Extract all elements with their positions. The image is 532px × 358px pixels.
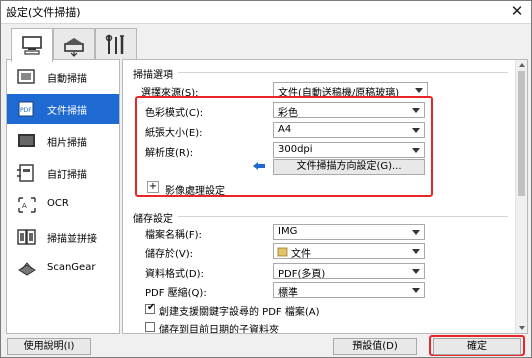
- sidebar-item-ocr[interactable]: A OCR: [7, 190, 119, 220]
- close-icon[interactable]: ✕: [509, 3, 525, 19]
- chevron-down-icon: [412, 288, 420, 293]
- doc-settings-button[interactable]: 文件掃描方向設定(G)...: [273, 159, 425, 175]
- sidebar-item-label: OCR: [47, 198, 69, 209]
- chevron-down-icon: [412, 269, 420, 274]
- format-select[interactable]: PDF(多頁): [273, 263, 425, 280]
- tab-scanner[interactable]: [53, 28, 95, 60]
- save-in-label: 儲存於(V):: [145, 249, 194, 260]
- chevron-down-icon: [412, 128, 420, 133]
- resolution-label: 解析度(R):: [145, 148, 194, 159]
- scanner-icon: [64, 38, 84, 57]
- sidebar-item-label: 自動掃描: [47, 74, 87, 85]
- compression-select[interactable]: 標準: [273, 282, 425, 299]
- folder-icon: [277, 247, 288, 257]
- tab-tools[interactable]: [95, 28, 137, 60]
- tab-scanner-computer[interactable]: [11, 28, 53, 62]
- save-in-value: 文件: [291, 249, 311, 260]
- stitch-icon: [17, 229, 36, 245]
- sidebar-item-document-scan[interactable]: PDF 文件掃描: [7, 94, 119, 124]
- scan-type-sidebar: 自動掃描 PDF 文件掃描 相片掃描 自訂掃描 A OCR 掃描並拼接 Scan…: [6, 59, 120, 334]
- keyword-pdf-label: 創建支援關鍵字設尋的 PDF 檔案(A): [159, 307, 320, 318]
- paper-size-value: A4: [278, 124, 292, 135]
- color-mode-value: 彩色: [278, 108, 298, 119]
- sidebar-item-photo-scan[interactable]: 相片掃描: [7, 126, 119, 156]
- sidebar-item-label: 掃描並拼接: [47, 234, 97, 245]
- settings-window: 設定(文件掃描) ✕ 自動掃描 PDF 文件掃描 相片掃描 自訂掃描 A OCR…: [0, 0, 532, 358]
- compression-value: 標準: [278, 288, 298, 299]
- resolution-select[interactable]: 300dpi: [273, 142, 425, 158]
- sidebar-item-scangear[interactable]: ScanGear: [7, 254, 119, 284]
- resolution-value: 300dpi: [278, 144, 313, 155]
- paper-size-label: 紙張大小(E):: [145, 128, 203, 139]
- sidebar-item-label: ScanGear: [47, 262, 96, 273]
- filename-select[interactable]: IMG: [273, 224, 425, 240]
- group-divider: [178, 72, 508, 73]
- paper-size-select[interactable]: A4: [273, 122, 425, 138]
- svg-text:A: A: [22, 202, 27, 210]
- keyword-pdf-checkbox[interactable]: ✔: [145, 302, 156, 314]
- sidebar-item-label: 文件掃描: [47, 106, 87, 117]
- image-processing-label[interactable]: 影像處理設定: [165, 182, 225, 197]
- chevron-down-icon: [412, 249, 420, 254]
- filename-value: IMG: [278, 226, 298, 237]
- sidebar-item-label: 自訂掃描: [47, 170, 87, 181]
- scangear-icon: [18, 262, 36, 276]
- format-value: PDF(多頁): [278, 269, 326, 280]
- vertical-scrollbar[interactable]: [515, 60, 527, 333]
- filename-label: 檔案名稱(F):: [145, 230, 202, 241]
- subfolder-label: 儲存到目前日期的子資料夾: [159, 325, 279, 334]
- scrollbar-thumb[interactable]: [518, 71, 525, 196]
- chevron-down-icon: [412, 230, 420, 235]
- orientation-icon: [253, 162, 265, 170]
- document-scan-icon: PDF: [18, 101, 34, 117]
- tools-icon: [105, 34, 124, 54]
- sidebar-item-stitch[interactable]: 掃描並拼接: [7, 222, 119, 252]
- subfolder-checkbox[interactable]: [145, 322, 155, 332]
- compression-label: PDF 壓縮(Q):: [145, 288, 207, 299]
- check-icon: ✔: [147, 302, 156, 313]
- defaults-button[interactable]: 預設值(D): [333, 338, 417, 355]
- sidebar-item-custom-scan[interactable]: 自訂掃描: [7, 158, 119, 188]
- scan-options-title: 掃描選項: [133, 70, 173, 81]
- photo-scan-icon: [18, 134, 35, 147]
- top-tab-bar: [1, 24, 531, 62]
- chevron-down-icon: [415, 88, 423, 93]
- scroll-up-icon[interactable]: [519, 63, 525, 67]
- help-button[interactable]: 使用說明(I): [7, 338, 91, 355]
- chevron-down-icon: [412, 148, 420, 153]
- sidebar-item-auto-scan[interactable]: 自動掃描: [7, 62, 119, 92]
- chevron-down-icon: [412, 108, 420, 113]
- save-in-select[interactable]: 文件: [273, 243, 425, 260]
- svg-text:PDF: PDF: [20, 107, 32, 114]
- ocr-icon: A: [18, 197, 36, 213]
- save-settings-title: 儲存設定: [133, 214, 173, 225]
- color-mode-select[interactable]: 彩色: [273, 102, 425, 119]
- window-title: 設定(文件掃描): [6, 6, 81, 19]
- expand-icon[interactable]: +: [147, 181, 159, 193]
- group-divider: [178, 216, 508, 217]
- custom-scan-icon: [17, 164, 34, 182]
- format-label: 資料格式(D):: [145, 269, 204, 280]
- ok-button[interactable]: 確定: [433, 338, 521, 355]
- scanner-computer-icon: [22, 36, 42, 55]
- settings-panel: 掃描選項 選擇來源(S): 文件(自動送稿機/原稿玻璃) 色彩模式(C): 彩色…: [122, 59, 528, 334]
- scroll-down-icon[interactable]: [519, 326, 525, 330]
- title-bar: 設定(文件掃描) ✕: [1, 1, 531, 24]
- sidebar-item-label: 相片掃描: [47, 138, 87, 149]
- auto-scan-icon: [17, 69, 35, 84]
- color-mode-label: 色彩模式(C):: [145, 108, 204, 119]
